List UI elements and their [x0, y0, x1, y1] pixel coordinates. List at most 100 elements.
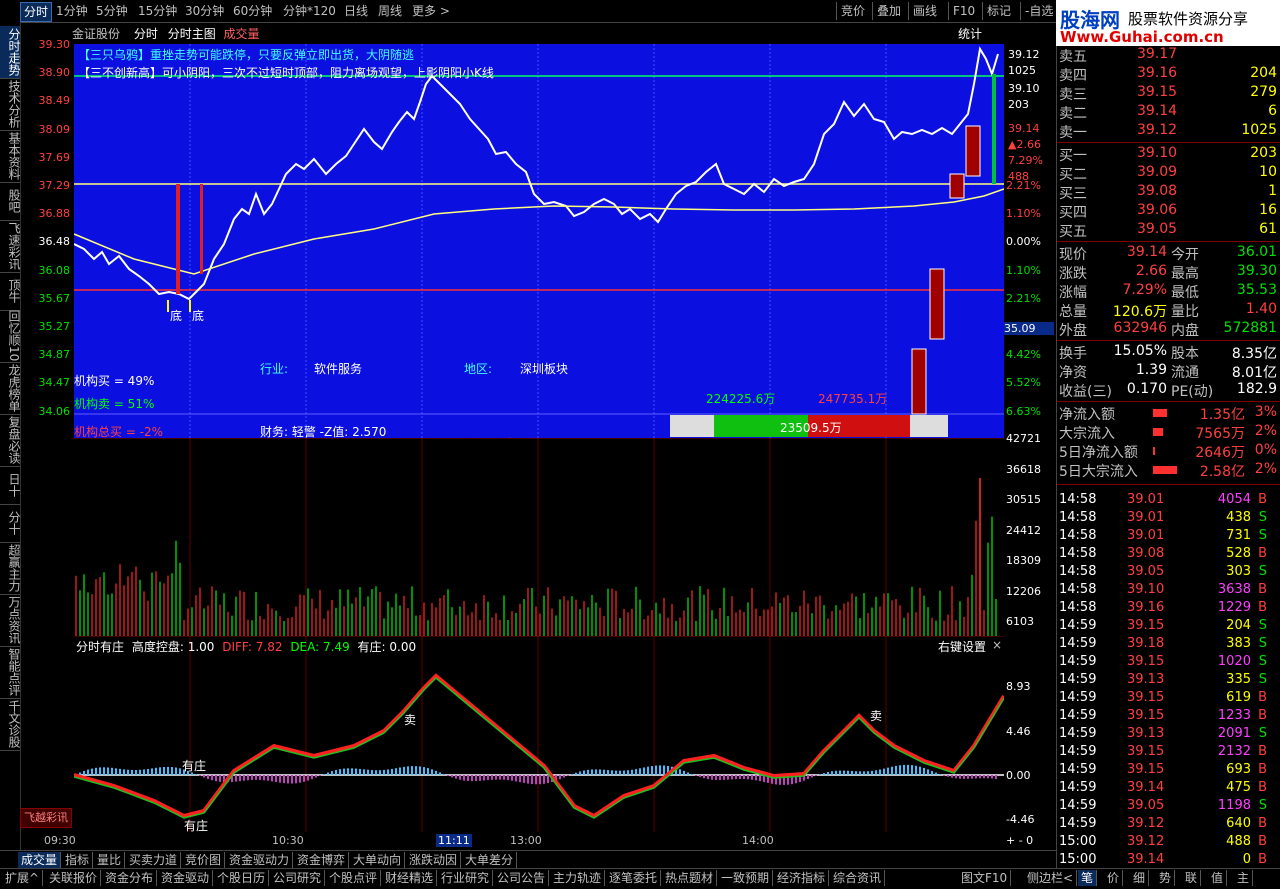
bid-label: 买五 [1059, 224, 1087, 240]
tab-60min[interactable]: 60分钟 [233, 2, 272, 20]
zoom-controls[interactable]: + - 0 [1006, 834, 1033, 847]
bid-row[interactable]: 买四 39.06 16 [1057, 202, 1280, 221]
indicator-tab[interactable]: 买卖力道 [126, 852, 182, 868]
bid-row[interactable]: 买一 39.10 203 [1057, 145, 1280, 164]
left-nav-item[interactable]: 万点资讯 [0, 594, 21, 647]
left-nav-item[interactable]: 分时走势 [0, 26, 21, 79]
indicator-tab[interactable]: 量比 [94, 852, 126, 868]
indicator-tab[interactable]: 竞价图 [182, 852, 226, 868]
left-nav-item[interactable]: 顶牛 [0, 272, 21, 311]
side-tab[interactable]: 联 [1182, 870, 1202, 886]
header-item-intraday[interactable]: 分时 [134, 27, 158, 41]
tab-5min[interactable]: 5分钟 [96, 2, 128, 20]
info-tab[interactable]: 逐笔委托 [606, 870, 662, 886]
close-icon[interactable]: × [992, 638, 1002, 652]
left-nav-item[interactable]: 复盘必读 [0, 414, 21, 467]
info-tab[interactable]: 个股日历 [214, 870, 270, 886]
info-tab[interactable]: 资金驱动 [158, 870, 214, 886]
tab-weekly[interactable]: 周线 [378, 2, 402, 20]
info-tab[interactable]: 主力轨迹 [550, 870, 606, 886]
bid-price: 39.10 [1137, 145, 1178, 161]
bid-price: 39.09 [1137, 164, 1178, 180]
tick-time: 14:59 [1059, 744, 1097, 759]
tab-120min[interactable]: 分钟*120 [283, 2, 336, 20]
tab-more[interactable]: 更多 > [412, 2, 450, 20]
left-nav-item[interactable]: 分十 [0, 504, 21, 543]
info-tab[interactable]: 一致预期 [718, 870, 774, 886]
info-tab[interactable]: 公司公告 [494, 870, 550, 886]
left-nav-item[interactable]: 飞越彩讯 [20, 808, 72, 828]
stat-value: 39.14 [1126, 244, 1167, 260]
indicator-tab[interactable]: 资金博弈 [294, 852, 350, 868]
volume-chart[interactable] [74, 438, 1004, 636]
tab-15min[interactable]: 15分钟 [138, 2, 177, 20]
tick-row: 14:59 39.18 383 S [1057, 636, 1280, 654]
f10-button[interactable]: F10 [948, 2, 975, 20]
side-tab[interactable]: 侧边栏< [1024, 870, 1078, 886]
indicator-tab[interactable]: 成交量 [18, 852, 62, 868]
bid-row[interactable]: 买二 39.09 10 [1057, 164, 1280, 183]
indicator-tab[interactable]: 资金驱动力 [226, 852, 294, 868]
side-tab[interactable]: 势 [1156, 870, 1176, 886]
side-tab[interactable]: 值 [1208, 870, 1228, 886]
bid-row[interactable]: 买五 39.05 61 [1057, 221, 1280, 240]
left-nav-item[interactable]: 千文诊股 [0, 698, 21, 751]
left-nav-item[interactable]: 超赢主力 [0, 542, 21, 595]
overlay-button[interactable]: 叠加 [872, 2, 901, 20]
info-tab[interactable]: 扩展^ [2, 870, 44, 886]
bid-volume: 61 [1259, 221, 1277, 237]
stat-value: 39.30 [1236, 263, 1277, 279]
info-tab[interactable]: 关联报价 [46, 870, 102, 886]
indicator-tick: 8.93 [1006, 680, 1031, 693]
ask-row[interactable]: 卖三 39.15 279 [1057, 84, 1280, 103]
info-tab[interactable]: 财经精选 [382, 870, 438, 886]
indicator-tab[interactable]: 涨跌动因 [406, 852, 462, 868]
ask-row[interactable]: 卖五 39.17 [1057, 46, 1280, 65]
right-extra-p1: 39.12 [1008, 48, 1040, 61]
left-nav-item[interactable]: 回忆顺10 [0, 310, 21, 363]
side-tab[interactable]: 价 [1104, 870, 1124, 886]
info-tab[interactable]: 公司研究 [270, 870, 326, 886]
ask-row[interactable]: 卖二 39.14 6 [1057, 103, 1280, 122]
left-nav-item[interactable]: 飞速彩讯 [0, 220, 21, 273]
side-tab[interactable]: 主 [1234, 870, 1254, 886]
intraday-price-chart[interactable]: 底底 【三只乌鸦】重挫走势可能跌停，只要反弹立即出货，大阴随逃 【三不创新高】可… [74, 44, 1004, 439]
info-tab[interactable]: 个股点评 [326, 870, 382, 886]
bid-row[interactable]: 买三 39.08 1 [1057, 183, 1280, 202]
tick-price: 39.12 [1127, 834, 1165, 849]
indicator-chart[interactable]: 卖卖有庄 有庄 分时有庄 高度控盘: 1.00 DIFF: 7.82 DEA: 7… [74, 636, 1004, 832]
left-nav-item[interactable]: 龙虎榜单 [0, 362, 21, 415]
left-nav-item[interactable]: 股吧 [0, 182, 21, 221]
watchlist-button[interactable]: -自选 [1020, 2, 1053, 20]
info-tab[interactable]: 综合资讯 [830, 870, 886, 886]
mark-button[interactable]: 标记 [982, 2, 1011, 20]
left-nav-item[interactable]: 智能点评 [0, 646, 21, 699]
info-tab[interactable]: 经济指标 [774, 870, 830, 886]
left-nav-item[interactable]: 技术分析 [0, 78, 21, 131]
info-tab[interactable]: 资金分布 [102, 870, 158, 886]
left-nav-item[interactable]: 日十 [0, 466, 21, 505]
auction-button[interactable]: 竞价 [836, 2, 865, 20]
tab-daily[interactable]: 日线 [344, 2, 368, 20]
tab-1min[interactable]: 1分钟 [56, 2, 88, 20]
stats-button[interactable]: 统计 [958, 24, 982, 44]
indicator-tab[interactable]: 大单动向 [350, 852, 406, 868]
side-tab[interactable]: 笔 [1078, 870, 1098, 886]
ask-row[interactable]: 卖一 39.12 1025 [1057, 122, 1280, 141]
volume-tick: 36618 [1006, 462, 1041, 476]
indicator-tab[interactable]: 指标 [62, 852, 94, 868]
info-tab[interactable]: 行业研究 [438, 870, 494, 886]
indicator-tab[interactable]: 大单差分 [462, 852, 518, 868]
ask-row[interactable]: 卖四 39.16 204 [1057, 65, 1280, 84]
header-item-main[interactable]: 分时主图 [168, 27, 216, 41]
right-click-settings[interactable]: 右键设置 [938, 638, 986, 655]
tab-intraday[interactable]: 分时 [20, 2, 53, 22]
tab-30min[interactable]: 30分钟 [185, 2, 224, 20]
draw-button[interactable]: 画线 [908, 2, 937, 20]
stat-label: 总量 [1059, 304, 1087, 320]
header-item-volume[interactable]: 成交量 [224, 27, 260, 41]
side-tab[interactable]: 图文F10 [958, 870, 1012, 886]
info-tab[interactable]: 热点题材 [662, 870, 718, 886]
side-tab[interactable]: 细 [1130, 870, 1150, 886]
left-nav-item[interactable]: 基本资料 [0, 130, 21, 183]
